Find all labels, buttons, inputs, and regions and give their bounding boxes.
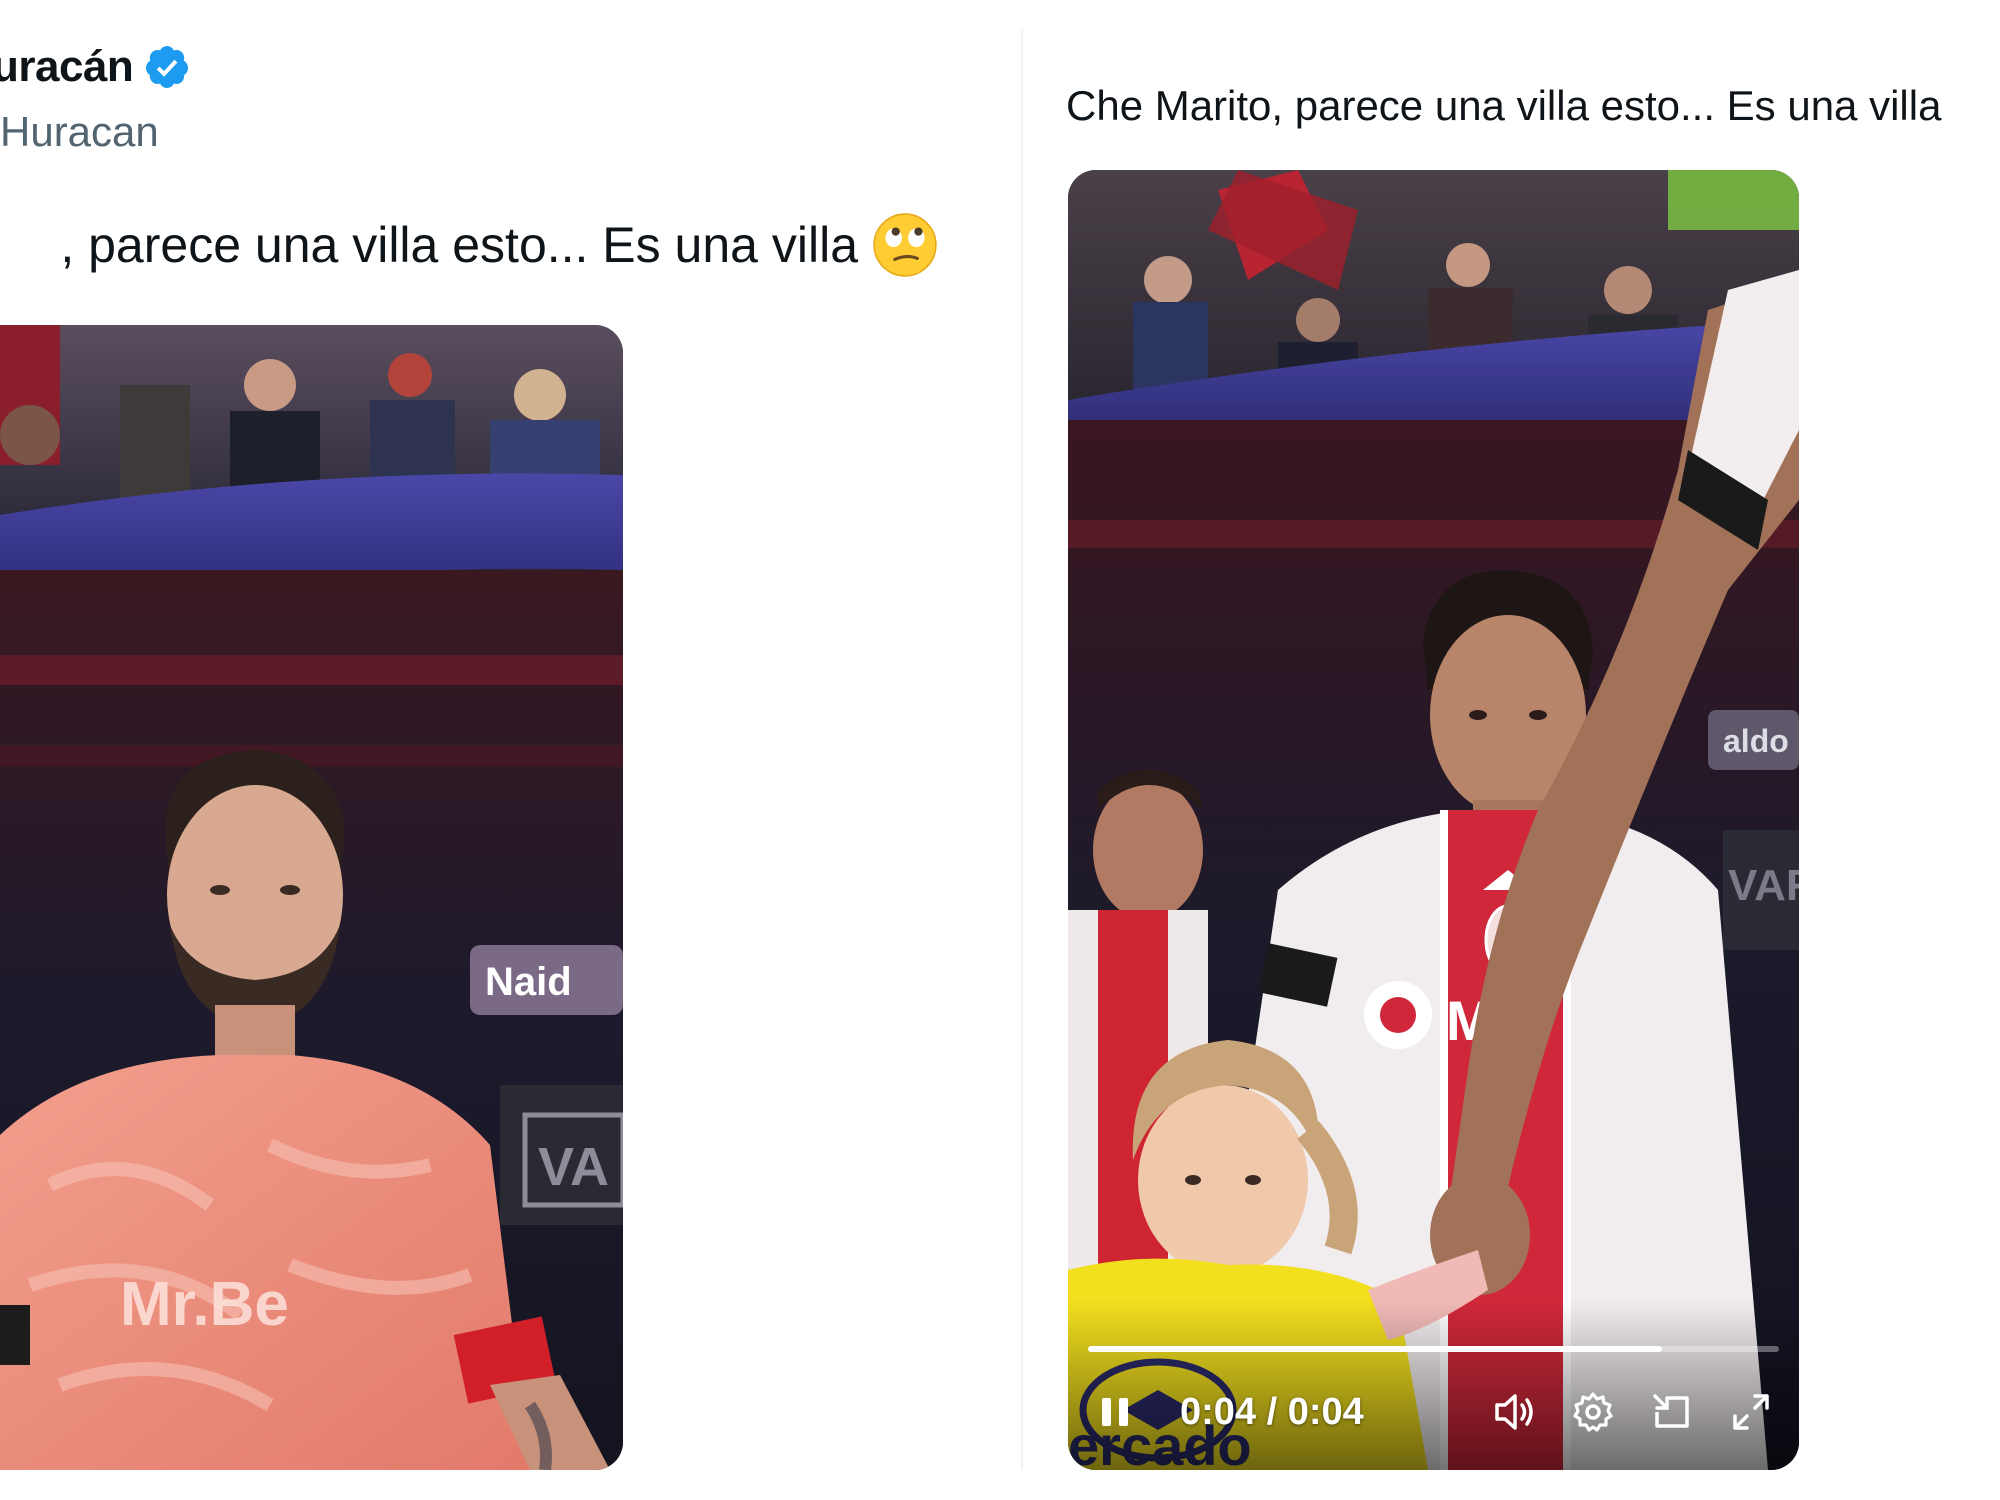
pause-icon[interactable] [1098, 1392, 1132, 1432]
left-video-player[interactable]: Naid VA Mr.Be [0, 325, 623, 1470]
sponsor-board-text: aldo [1723, 723, 1789, 759]
var-sign-text: VA [538, 1137, 609, 1197]
left-tweet: uracán Huracan , parece una villa esto..… [0, 0, 1020, 1500]
author-row: uracán [0, 42, 191, 92]
sponsor-board-text: Naid [485, 960, 572, 1004]
left-video-frame: Naid VA Mr.Be [0, 325, 623, 1470]
tweet-text: , parece una villa esto... Es una villa [60, 212, 938, 278]
video-time: 0:04 / 0:04 [1180, 1390, 1364, 1433]
var-sign-text: VAR [1728, 861, 1799, 910]
right-video-player[interactable]: aldo VAR Mr. [1068, 170, 1799, 1470]
right-video-frame: aldo VAR Mr. [1068, 170, 1799, 1470]
video-controls: 0:04 / 0:04 [1098, 1376, 1773, 1448]
screenshot-collage: uracán Huracan , parece una villa esto..… [0, 0, 2000, 1500]
settings-icon[interactable] [1571, 1390, 1615, 1434]
jersey-sponsor-text: Mr.Be [120, 1270, 289, 1339]
tweet-divider [1021, 30, 1023, 1470]
pip-icon[interactable] [1649, 1390, 1695, 1434]
video-progress-fill [1088, 1346, 1662, 1352]
fullscreen-icon[interactable] [1729, 1390, 1773, 1434]
tweet-text-content: , parece una villa esto... Es una villa [60, 217, 858, 273]
right-tweet-text: Che Marito, parece una villa esto... Es … [1066, 82, 1942, 129]
verified-badge-icon [146, 46, 189, 88]
author-name[interactable]: uracán [0, 42, 134, 92]
volume-icon[interactable] [1491, 1390, 1537, 1434]
author-handle[interactable]: Huracan [0, 108, 159, 156]
face-with-rolling-eyes-icon [873, 213, 937, 277]
video-progress-bar[interactable] [1088, 1346, 1779, 1352]
